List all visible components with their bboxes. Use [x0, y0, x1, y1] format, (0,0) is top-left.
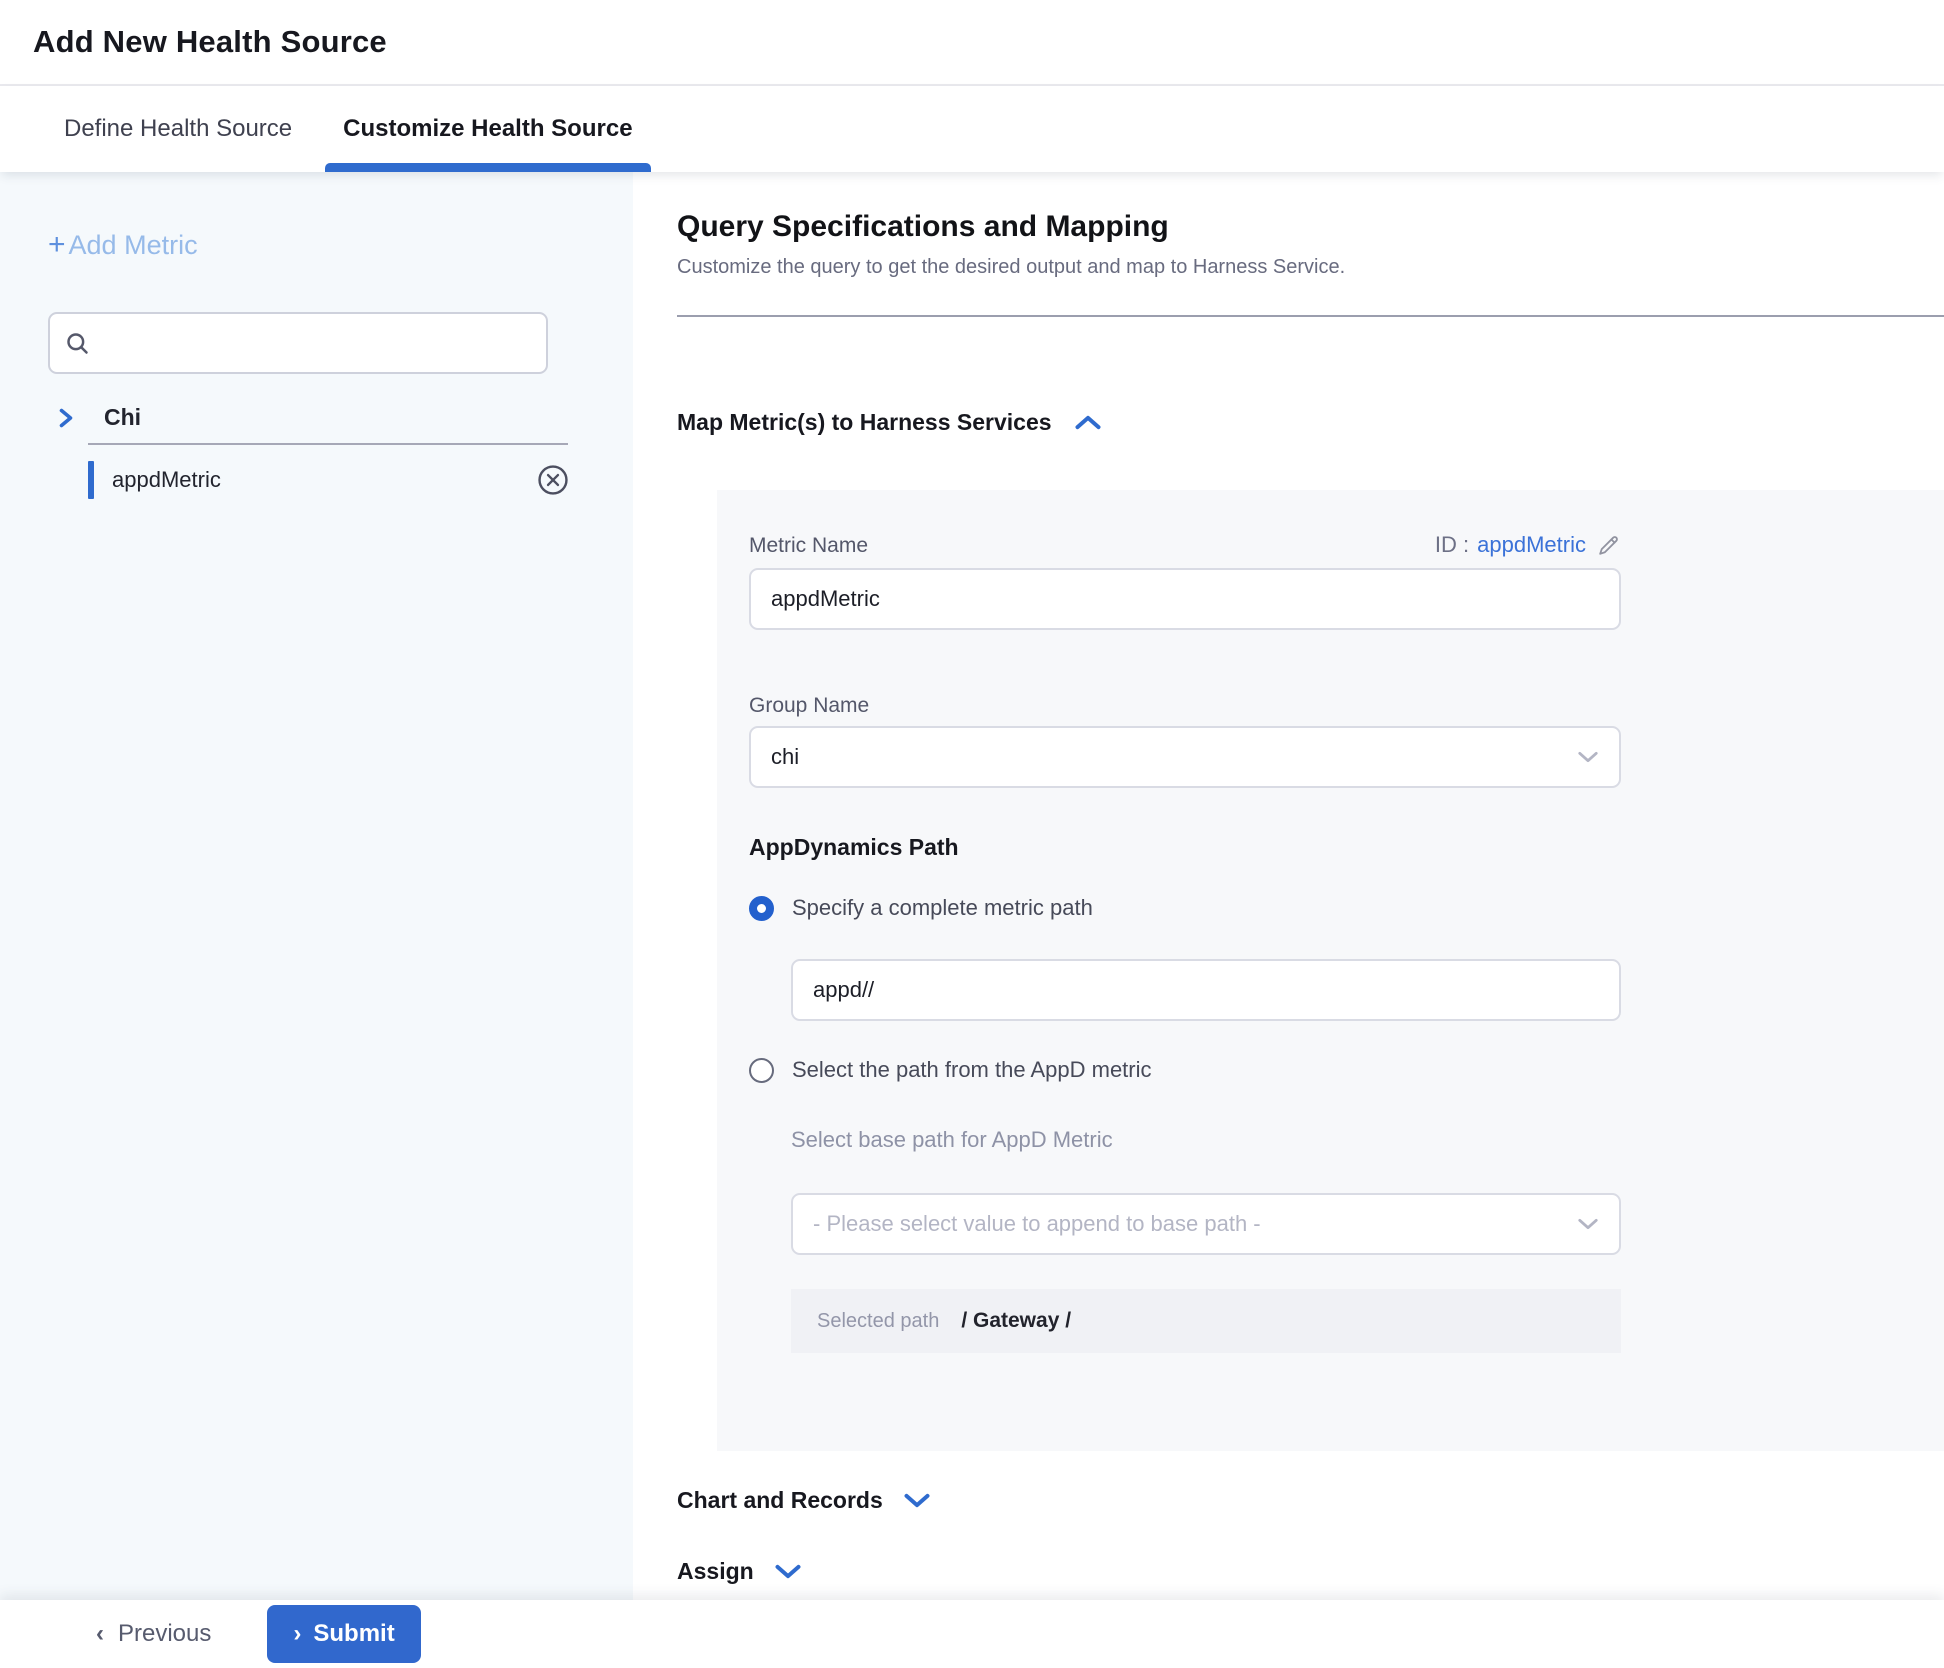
group-divider	[88, 443, 568, 445]
appdynamics-path-heading: AppDynamics Path	[749, 834, 1621, 861]
metric-search-box[interactable]	[48, 312, 548, 374]
submit-button-label: Submit	[313, 1620, 394, 1648]
section-title: Query Specifications and Mapping	[677, 210, 1944, 244]
chevron-down-icon[interactable]	[903, 1492, 931, 1509]
metric-group-label: Chi	[104, 404, 141, 431]
chevron-down-icon	[1577, 1217, 1599, 1231]
metric-list-item-appdmetric[interactable]: appdMetric	[88, 461, 570, 499]
tab-customize-health-source[interactable]: Customize Health Source	[325, 86, 650, 172]
submit-button[interactable]: › Submit	[267, 1605, 420, 1663]
tab-define-health-source[interactable]: Define Health Source	[64, 86, 292, 172]
metric-id-group: ID : appdMetric	[1435, 532, 1621, 558]
chevron-right-icon: ›	[293, 1620, 301, 1648]
base-path-select[interactable]: - Please select value to append to base …	[791, 1193, 1621, 1255]
page-title: Add New Health Source	[33, 24, 387, 60]
footer-bar: ‹ Previous › Submit	[0, 1600, 1944, 1668]
chevron-left-icon: ‹	[96, 1620, 104, 1648]
search-icon	[64, 330, 91, 357]
tab-bar: Define Health Source Customize Health So…	[0, 86, 1944, 172]
divider	[677, 315, 1944, 317]
complete-metric-path-input[interactable]	[791, 959, 1621, 1021]
radio-complete-metric-path-label: Specify a complete metric path	[792, 895, 1093, 921]
add-metric-label: Add Metric	[69, 230, 198, 261]
base-path-placeholder: - Please select value to append to base …	[813, 1211, 1261, 1237]
assign-title: Assign	[677, 1558, 754, 1585]
selected-path-bar: Selected path / Gateway /	[791, 1289, 1621, 1353]
metric-name-input[interactable]	[749, 568, 1621, 630]
selected-path-value: / Gateway /	[961, 1309, 1071, 1333]
content-region: + Add Metric Chi appdMetric	[0, 172, 1944, 1600]
metrics-sidebar: + Add Metric Chi appdMetric	[0, 172, 633, 1600]
radio-select-path-label: Select the path from the AppD metric	[792, 1057, 1152, 1083]
base-path-label: Select base path for AppD Metric	[791, 1127, 1621, 1153]
chart-and-records-title: Chart and Records	[677, 1487, 883, 1514]
chevron-down-icon[interactable]	[774, 1563, 802, 1580]
radio-selected-icon[interactable]	[749, 896, 774, 921]
circle-x-icon	[536, 463, 570, 497]
map-metrics-section-header[interactable]: Map Metric(s) to Harness Services	[677, 409, 1944, 436]
metric-search-input[interactable]	[103, 331, 532, 355]
map-metrics-form-panel: Metric Name ID : appdMetric Group Name c…	[717, 490, 1944, 1451]
group-name-label: Group Name	[749, 694, 1621, 718]
previous-button-label: Previous	[118, 1620, 211, 1648]
metric-group-chi[interactable]: Chi	[48, 404, 633, 431]
map-metrics-title: Map Metric(s) to Harness Services	[677, 409, 1052, 436]
metric-name-label: Metric Name	[749, 534, 868, 558]
id-value-link[interactable]: appdMetric	[1477, 532, 1586, 558]
radio-unselected-icon[interactable]	[749, 1058, 774, 1083]
query-specs-panel: Query Specifications and Mapping Customi…	[633, 172, 1944, 1600]
chevron-up-icon[interactable]	[1074, 414, 1102, 431]
chevron-right-icon	[56, 406, 76, 430]
group-name-select[interactable]: chi	[749, 726, 1621, 788]
plus-icon: +	[48, 228, 66, 262]
metric-item-label: appdMetric	[112, 467, 536, 493]
pencil-icon[interactable]	[1596, 533, 1621, 558]
previous-button[interactable]: ‹ Previous	[96, 1620, 211, 1648]
page-header: Add New Health Source	[0, 0, 1944, 86]
remove-metric-button[interactable]	[536, 463, 570, 497]
radio-select-path-from-appd[interactable]: Select the path from the AppD metric	[749, 1057, 1621, 1083]
assign-section-header[interactable]: Assign	[677, 1558, 1944, 1585]
add-metric-button[interactable]: + Add Metric	[48, 228, 198, 262]
selected-path-label: Selected path	[817, 1310, 939, 1333]
chart-and-records-section-header[interactable]: Chart and Records	[677, 1487, 1944, 1514]
radio-complete-metric-path[interactable]: Specify a complete metric path	[749, 895, 1621, 921]
group-name-value: chi	[771, 744, 799, 770]
selected-indicator-bar	[88, 461, 94, 499]
id-label: ID :	[1435, 532, 1469, 558]
chevron-down-icon	[1577, 750, 1599, 764]
section-subtitle: Customize the query to get the desired o…	[677, 256, 1944, 279]
